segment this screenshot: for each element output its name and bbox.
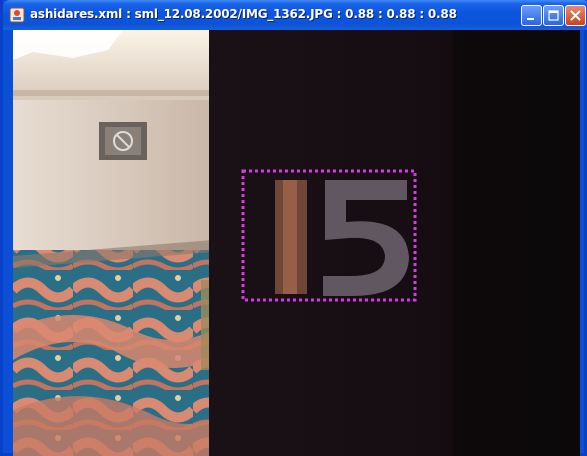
room-number [275,180,409,296]
close-button[interactable] [565,5,586,26]
close-icon [570,10,581,21]
image-viewport [13,30,580,456]
maximize-button[interactable] [543,5,564,26]
app-window: ashidares.xml : sml_12.08.2002/IMG_1362.… [0,0,587,456]
photo-image [13,30,580,456]
ceiling-edge [13,90,213,96]
minimize-icon [527,18,534,20]
no-smoking-sign [99,122,147,160]
maximize-icon [548,10,559,21]
app-icon [9,7,25,23]
title-bar[interactable]: ashidares.xml : sml_12.08.2002/IMG_1362.… [3,0,587,30]
window-title: ashidares.xml : sml_12.08.2002/IMG_1362.… [30,7,457,21]
minimize-button[interactable] [521,5,542,26]
